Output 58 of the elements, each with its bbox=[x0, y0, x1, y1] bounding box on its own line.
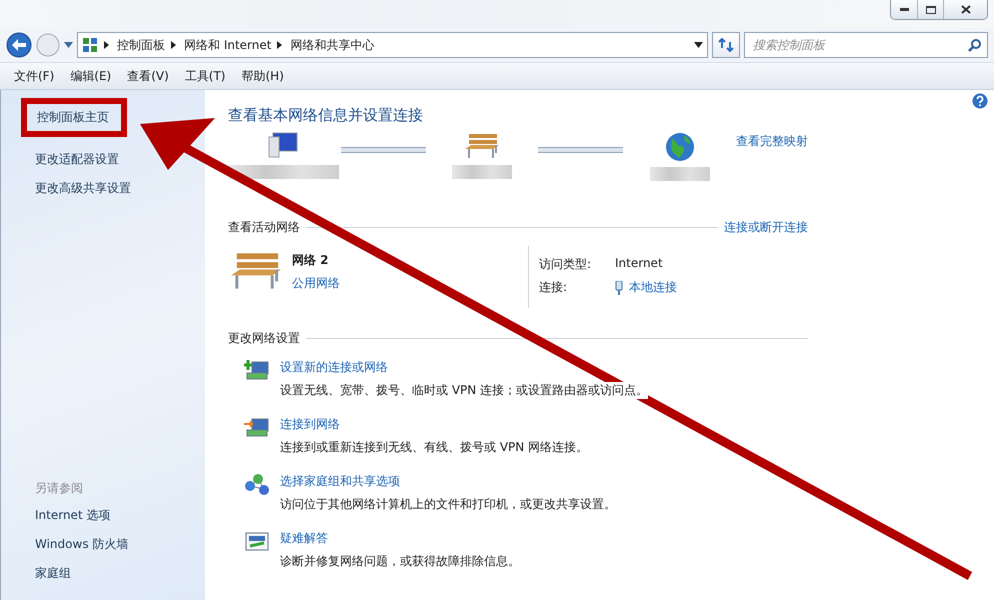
task-link[interactable]: 设置新的连接或网络 bbox=[280, 359, 648, 376]
help-icon bbox=[972, 93, 988, 109]
menu-item[interactable]: 编辑(E) bbox=[62, 66, 120, 86]
sidebar-link[interactable]: 更改高级共享设置 bbox=[29, 176, 137, 201]
refresh-button[interactable] bbox=[712, 32, 740, 58]
bench-icon bbox=[463, 131, 501, 161]
blurred-label bbox=[452, 165, 512, 179]
refresh-icon bbox=[718, 38, 734, 52]
task-link[interactable]: 连接到网络 bbox=[280, 416, 588, 433]
sidebar-link[interactable]: 更改适配器设置 bbox=[29, 147, 125, 172]
page-title: 查看基本网络信息并设置连接 bbox=[228, 106, 424, 125]
blurred-label bbox=[650, 167, 710, 181]
see-also-heading: 另请参阅 bbox=[34, 480, 84, 497]
task-link[interactable]: 疑难解答 bbox=[280, 530, 520, 547]
see-also-link[interactable]: Windows 防火墙 bbox=[29, 532, 134, 557]
connect-disconnect-link[interactable]: 连接或断开连接 bbox=[724, 219, 808, 236]
history-dropdown[interactable] bbox=[64, 42, 73, 48]
homegroup-icon bbox=[244, 473, 270, 497]
connections-label: 连接: bbox=[539, 279, 568, 296]
network-type-link[interactable]: 公用网络 bbox=[292, 275, 340, 292]
breadcrumb[interactable]: 网络和共享中心 bbox=[290, 36, 374, 54]
maximize-icon bbox=[926, 6, 936, 14]
help-button[interactable] bbox=[972, 93, 988, 109]
menu-item[interactable]: 工具(T) bbox=[176, 66, 234, 86]
section-heading: 更改网络设置 bbox=[228, 330, 300, 347]
network-name: 网络 2 bbox=[292, 252, 330, 269]
breadcrumb[interactable]: 控制面板 bbox=[117, 36, 165, 54]
local-connection-link[interactable]: 本地连接 bbox=[629, 279, 677, 296]
maximize-button[interactable] bbox=[917, 0, 943, 19]
chevron-icon bbox=[277, 41, 282, 49]
breadcrumb[interactable]: 网络和 Internet bbox=[184, 36, 272, 54]
close-icon bbox=[960, 5, 970, 14]
section-heading: 查看活动网络 bbox=[228, 219, 300, 236]
access-type-value: Internet bbox=[615, 256, 664, 272]
control-panel-icon bbox=[82, 37, 98, 53]
globe-icon bbox=[664, 131, 696, 163]
address-bar[interactable]: 控制面板 网络和 Internet 网络和共享中心 bbox=[77, 32, 708, 58]
chevron-icon bbox=[104, 41, 109, 49]
task-description: 设置无线、宽带、拨号、临时或 VPN 连接；或设置路由器或访问点。 bbox=[280, 382, 648, 399]
sidebar-link[interactable]: 控制面板主页 bbox=[21, 98, 127, 137]
menu-item[interactable]: 帮助(H) bbox=[234, 66, 292, 86]
caret-icon bbox=[64, 42, 73, 48]
menu-item[interactable]: 查看(V) bbox=[119, 66, 177, 86]
see-also-link[interactable]: Internet 选项 bbox=[29, 503, 116, 528]
minimize-icon bbox=[900, 8, 908, 11]
back-button[interactable] bbox=[6, 32, 32, 58]
minimize-button[interactable] bbox=[891, 0, 917, 19]
full-map-link[interactable]: 查看完整映射 bbox=[736, 133, 808, 150]
chevron-icon bbox=[171, 41, 176, 49]
task-link[interactable]: 选择家庭组和共享选项 bbox=[280, 473, 616, 490]
search-icon bbox=[968, 38, 982, 52]
access-type-label: 访问类型: bbox=[539, 256, 592, 273]
see-also-link[interactable]: 家庭组 bbox=[29, 561, 77, 586]
search-field[interactable]: 搜索控制面板 bbox=[744, 32, 988, 58]
ethernet-plug-icon bbox=[615, 280, 623, 294]
caret-icon[interactable] bbox=[694, 42, 703, 48]
menu-item[interactable]: 文件(F) bbox=[6, 66, 62, 86]
close-button[interactable] bbox=[943, 0, 987, 19]
